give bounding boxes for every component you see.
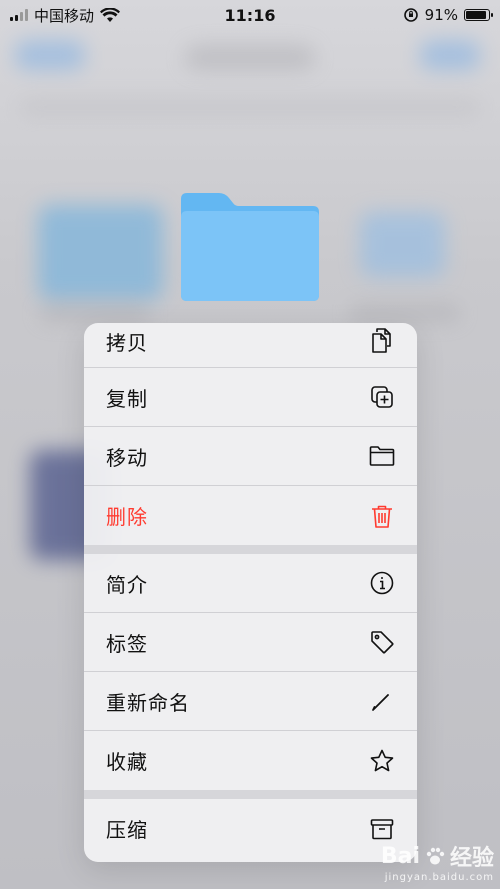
menu-separator bbox=[84, 790, 417, 799]
pencil-icon bbox=[372, 694, 389, 711]
folder-icon bbox=[369, 446, 395, 466]
menu-item-rename[interactable]: 重新命名 bbox=[84, 672, 417, 731]
wifi-icon bbox=[100, 7, 121, 22]
watermark-logo: Bai 经验 bbox=[380, 843, 494, 872]
orientation-lock-icon bbox=[403, 8, 418, 22]
blurred-item bbox=[360, 212, 445, 277]
archive-box-icon bbox=[370, 818, 394, 839]
blurred-title bbox=[185, 45, 315, 70]
menu-item-label: 移动 bbox=[106, 445, 148, 470]
duplicate-plus-icon bbox=[371, 386, 393, 408]
copy-documents-icon bbox=[372, 328, 391, 353]
blurred-nav-button bbox=[15, 40, 85, 70]
battery-icon bbox=[464, 9, 493, 21]
battery-percent: 91% bbox=[424, 6, 458, 24]
status-time: 11:16 bbox=[224, 5, 276, 25]
menu-item-duplicate[interactable]: 复制 bbox=[84, 368, 417, 427]
watermark: Bai 经验 jingyan.baidu.com bbox=[380, 840, 494, 884]
menu-item-label: 标签 bbox=[106, 631, 148, 656]
blurred-nav-button bbox=[420, 40, 480, 70]
context-menu: 拷贝 复制 移动 删除 简介 标签 重新命名 收藏 压缩 bbox=[84, 323, 417, 862]
menu-item-copy[interactable]: 拷贝 bbox=[84, 323, 417, 368]
blurred-row bbox=[20, 100, 480, 114]
menu-item-label: 压缩 bbox=[106, 818, 148, 842]
carrier-name: 中国移动 bbox=[34, 6, 95, 25]
menu-item-label: 拷贝 bbox=[106, 331, 148, 355]
status-bar: 中国移动 11:16 91% bbox=[0, 0, 500, 30]
watermark-url: jingyan.baidu.com bbox=[384, 872, 494, 883]
paw-icon bbox=[426, 847, 445, 865]
blurred-label bbox=[350, 305, 460, 321]
cellular-signal-icon bbox=[10, 9, 28, 21]
menu-item-label: 简介 bbox=[106, 572, 148, 597]
folder-icon[interactable] bbox=[181, 193, 319, 301]
menu-item-favorite[interactable]: 收藏 bbox=[84, 731, 417, 790]
menu-item-label: 收藏 bbox=[106, 750, 148, 774]
info-circle-icon bbox=[370, 571, 394, 595]
menu-item-label: 复制 bbox=[106, 386, 148, 411]
menu-item-compress[interactable]: 压缩 bbox=[84, 799, 417, 858]
blurred-folder bbox=[38, 205, 163, 300]
trash-icon bbox=[372, 505, 392, 528]
blurred-label bbox=[40, 305, 150, 321]
tag-icon bbox=[371, 631, 394, 654]
menu-item-move[interactable]: 移动 bbox=[84, 427, 417, 486]
menu-item-label: 重新命名 bbox=[106, 690, 190, 715]
menu-separator bbox=[84, 545, 417, 554]
menu-item-info[interactable]: 简介 bbox=[84, 554, 417, 613]
star-icon bbox=[370, 749, 394, 771]
menu-item-label: 删除 bbox=[106, 505, 148, 529]
menu-item-tags[interactable]: 标签 bbox=[84, 613, 417, 672]
menu-item-delete[interactable]: 删除 bbox=[84, 486, 417, 545]
